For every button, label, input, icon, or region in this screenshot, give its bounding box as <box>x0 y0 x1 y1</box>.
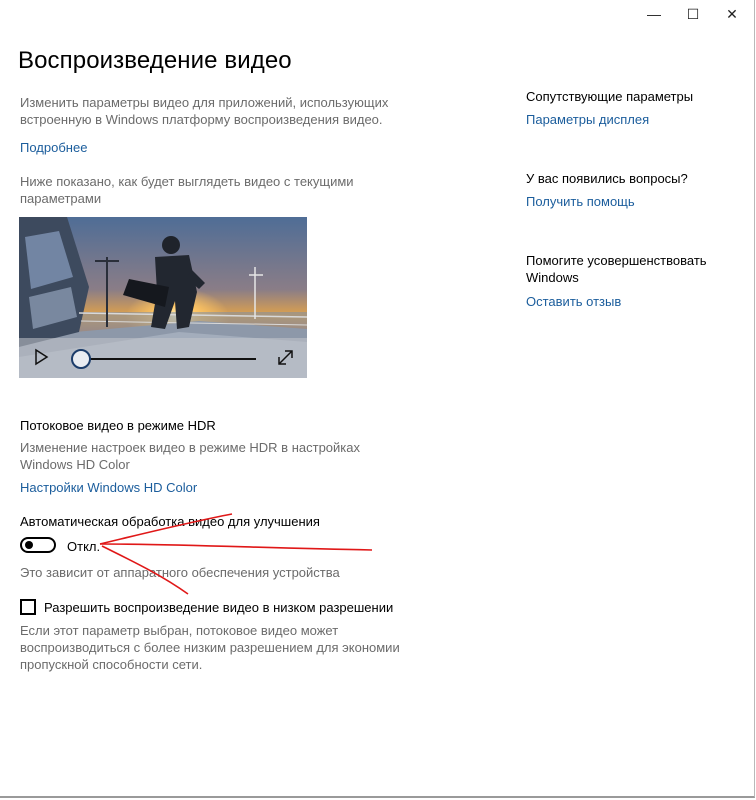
hd-color-settings-link[interactable]: Настройки Windows HD Color <box>20 479 197 496</box>
seek-thumb[interactable] <box>71 349 91 369</box>
low-resolution-checkbox[interactable] <box>20 599 36 615</box>
related-settings-heading: Сопутствующие параметры <box>526 89 694 104</box>
low-resolution-description: Если этот параметр выбран, потоковое вид… <box>20 623 400 672</box>
page-title: Воспроизведение видео <box>18 47 292 74</box>
toggle-knob <box>25 541 33 549</box>
preview-caption: Ниже показано, как будет выглядеть видео… <box>20 174 354 206</box>
close-button[interactable]: ✕ <box>714 0 750 28</box>
video-frame-image <box>19 217 307 378</box>
auto-processing-heading: Автоматическая обработка видео для улучш… <box>20 514 320 529</box>
intro-text: Изменить параметры видео для приложений,… <box>20 95 389 127</box>
hdr-heading: Потоковое видео в режиме HDR <box>20 418 216 433</box>
maximize-button[interactable]: ☐ <box>675 0 711 28</box>
close-icon: ✕ <box>726 5 738 22</box>
settings-window: — ☐ ✕ Воспроизведение видео Изменить пар… <box>0 0 755 798</box>
minimize-button[interactable]: — <box>636 0 672 28</box>
low-resolution-label[interactable]: Разрешить воспроизведение видео в низком… <box>44 599 393 616</box>
minimize-icon: — <box>647 6 661 22</box>
get-help-link[interactable]: Получить помощь <box>526 193 635 210</box>
hardware-note: Это зависит от аппаратного обеспечения у… <box>20 565 340 580</box>
improve-windows-heading: Помогите усовершенствовать Windows <box>526 253 707 285</box>
display-settings-link[interactable]: Параметры дисплея <box>526 111 649 128</box>
auto-processing-toggle[interactable] <box>20 537 56 553</box>
hdr-description: Изменение настроек видео в режиме HDR в … <box>20 440 360 472</box>
maximize-icon: ☐ <box>686 5 700 22</box>
video-preview <box>19 217 307 378</box>
feedback-link[interactable]: Оставить отзыв <box>526 293 621 310</box>
questions-heading: У вас появились вопросы? <box>526 171 688 186</box>
learn-more-link[interactable]: Подробнее <box>20 139 87 156</box>
toggle-state-label: Откл. <box>67 539 101 554</box>
